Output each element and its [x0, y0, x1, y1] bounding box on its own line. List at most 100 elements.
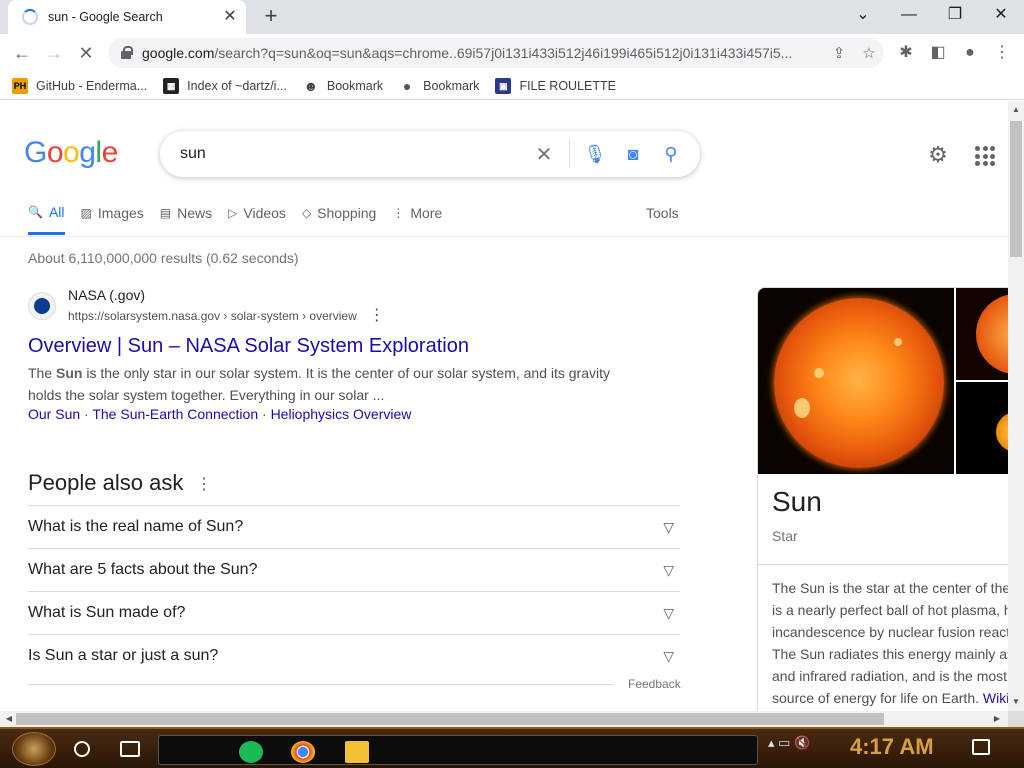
paa-question[interactable]: What is Sun made of? ▽	[28, 591, 680, 634]
lock-icon[interactable]	[118, 45, 134, 61]
settings-gear-icon[interactable]: ⚙	[924, 141, 952, 169]
loading-spinner-icon	[22, 9, 38, 25]
more-options-icon[interactable]: ⋮	[196, 474, 212, 494]
minimize-button[interactable]: —	[886, 0, 932, 30]
new-tab-button[interactable]: +	[258, 4, 284, 30]
clear-icon[interactable]: ✕	[525, 142, 563, 167]
search-icon[interactable]	[74, 741, 90, 757]
file-explorer-icon[interactable]	[345, 741, 369, 763]
tab-images[interactable]: ▨ Images	[81, 199, 144, 227]
star-icon[interactable]: ☆	[854, 44, 884, 62]
site-url: https://solarsystem.nasa.gov › solar-sys…	[68, 307, 385, 324]
menu-icon[interactable]: ⋮	[990, 42, 1014, 64]
search-icon: 🔍	[28, 204, 43, 219]
tab-news[interactable]: ▤ News	[160, 199, 212, 227]
sitelink[interactable]: The Sun-Earth Connection	[92, 406, 258, 422]
tab-title: sun - Google Search	[48, 10, 163, 24]
tab-shopping[interactable]: ◇ Shopping	[302, 199, 376, 227]
url-text[interactable]: google.com/search?q=sun&oq=sun&aqs=chrom…	[142, 45, 824, 61]
paa-question[interactable]: What are 5 facts about the Sun? ▽	[28, 548, 680, 591]
horizontal-scrollbar[interactable]: ◀ ▶	[0, 711, 1008, 727]
forward-button[interactable]: →	[40, 40, 68, 66]
chevron-down-icon: ▽	[663, 561, 674, 578]
scroll-up-icon[interactable]: ▲	[1008, 103, 1024, 117]
vertical-scrollbar[interactable]: ▲ ▼	[1008, 101, 1024, 711]
bookmark-item[interactable]: PH GitHub - Enderma...	[12, 77, 147, 94]
tag-icon: ◇	[301, 206, 312, 220]
scroll-left-icon[interactable]: ◀	[2, 711, 16, 727]
google-apps-icon[interactable]	[972, 143, 996, 167]
search-icon[interactable]: ⚲	[652, 144, 690, 165]
search-result: NASA (.gov) https://solarsystem.nasa.gov…	[28, 287, 618, 422]
tab-all[interactable]: 🔍 All	[28, 199, 65, 235]
wikipedia-link[interactable]: Wiki	[983, 690, 1008, 706]
search-box[interactable]: sun ✕ 🎙 ◙ ⚲	[160, 131, 700, 177]
system-tray[interactable]: ▴ ▭ 🔇	[768, 735, 810, 751]
bookmark-label: FILE ROULETTE	[519, 78, 616, 93]
kp-divider	[758, 564, 1008, 565]
tab-more[interactable]: ⋮ More	[392, 199, 442, 227]
browser-tab[interactable]: sun - Google Search ✕	[8, 0, 246, 34]
result-snippet: The Sun is the only star in our solar sy…	[28, 365, 611, 403]
task-view-icon[interactable]	[120, 741, 140, 757]
bookmark-item[interactable]: ▦ Index of ~dartz/i...	[163, 77, 287, 94]
bookmark-item[interactable]: ☻ Bookmark	[302, 77, 384, 94]
people-also-ask-heading: People also ask	[28, 470, 184, 495]
bookmark-icon: ▣	[495, 77, 512, 94]
browser-toolbar: ← → ✕ google.com/search?q=sun&oq=sun&aqs…	[0, 34, 1024, 72]
profile-icon[interactable]: ●	[958, 42, 982, 64]
entity-title: Sun	[772, 486, 822, 517]
google-logo[interactable]: Google	[24, 136, 118, 170]
chevron-down-icon: ▽	[663, 604, 674, 621]
maximize-button[interactable]: ❐	[932, 0, 978, 30]
search-tabs: 🔍 All ▨ Images ▤ News ▷ Videos ◇ Shopping ⋮ Mo…	[28, 199, 458, 235]
sitelinks: Our Sun · The Sun-Earth Connection · Hel…	[28, 406, 412, 422]
result-title-link[interactable]: Overview | Sun – NASA Solar System Explo…	[28, 335, 618, 358]
tools-button[interactable]: Tools	[646, 205, 679, 221]
microphone-icon[interactable]: 🎙	[576, 144, 614, 165]
address-bar[interactable]: google.com/search?q=sun&oq=sun&aqs=chrom…	[108, 38, 884, 68]
chrome-icon[interactable]	[291, 741, 315, 763]
paa-question[interactable]: Is Sun a star or just a sun? ▽	[28, 634, 680, 677]
clock[interactable]: 4:17 AM	[850, 734, 934, 760]
sun-image[interactable]	[956, 288, 1008, 380]
horizontal-scroll-thumb[interactable]	[16, 713, 884, 725]
bookmark-label: Bookmark	[326, 78, 384, 93]
taskbar: ▴ ▭ 🔇 4:17 AM	[0, 727, 1024, 768]
scroll-down-icon[interactable]: ▼	[1008, 695, 1024, 709]
camera-icon[interactable]: ◙	[614, 144, 652, 165]
extensions-icon[interactable]: ✱	[894, 42, 918, 64]
knowledge-panel: Sun Star The Sun is the star at the cent…	[757, 287, 1008, 711]
taskbar-apps	[158, 735, 758, 765]
entity-description: The Sun is the star at the center of the…	[772, 580, 1008, 706]
feedback-link[interactable]: Feedback	[628, 677, 681, 691]
scroll-right-icon[interactable]: ▶	[990, 711, 1004, 727]
site-name: NASA (.gov)	[68, 287, 146, 303]
stop-button[interactable]: ✕	[72, 40, 100, 66]
search-divider	[569, 140, 570, 168]
sitelink[interactable]: Heliophysics Overview	[271, 406, 412, 422]
notifications-icon[interactable]	[972, 739, 990, 755]
share-icon[interactable]: ⇪	[824, 44, 854, 62]
start-button[interactable]	[12, 732, 56, 766]
vertical-scroll-thumb[interactable]	[1010, 121, 1022, 257]
bookmark-item[interactable]: ● Bookmark	[399, 77, 479, 94]
back-button[interactable]: ←	[8, 40, 36, 66]
search-input[interactable]: sun	[180, 145, 525, 163]
sun-image[interactable]	[758, 288, 954, 474]
entity-type: Star	[772, 528, 798, 544]
more-options-icon[interactable]: ⋮	[369, 307, 385, 324]
bookmark-item[interactable]: ▣ FILE ROULETTE	[495, 77, 616, 94]
side-panel-icon[interactable]: ◧	[926, 42, 950, 64]
bookmark-icon: PH	[12, 77, 28, 94]
tab-search-button[interactable]: ⌄	[840, 0, 886, 30]
sitelink[interactable]: Our Sun	[28, 406, 80, 422]
paa-question[interactable]: What is the real name of Sun? ▽	[28, 505, 680, 548]
result-source[interactable]: NASA (.gov) https://solarsystem.nasa.gov…	[28, 287, 618, 325]
spotify-icon[interactable]	[239, 741, 263, 763]
close-window-button[interactable]: ✕	[978, 0, 1024, 30]
tab-videos[interactable]: ▷ Videos	[228, 199, 286, 227]
sun-image[interactable]	[956, 382, 1008, 474]
tab-close-icon[interactable]: ✕	[220, 7, 240, 27]
paa-divider	[28, 684, 614, 685]
